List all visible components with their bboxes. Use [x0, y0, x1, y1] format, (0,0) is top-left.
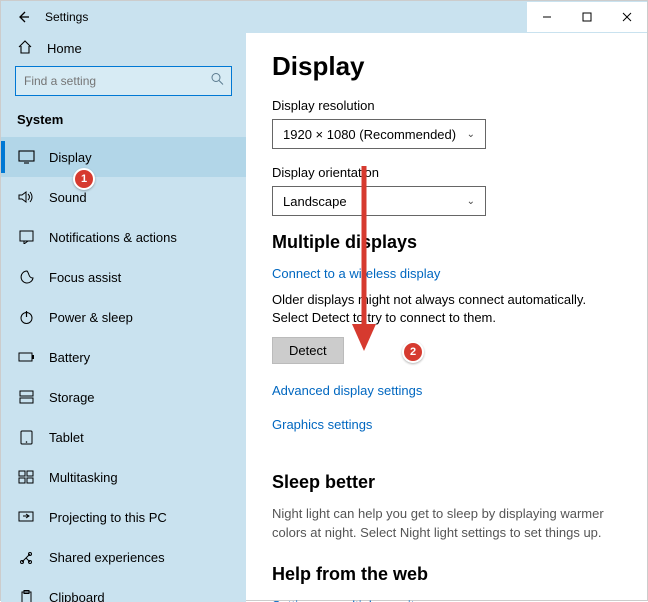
- sidebar-item-label: Multitasking: [49, 470, 118, 485]
- search-input[interactable]: [15, 66, 232, 96]
- window-titlebar: Settings: [1, 1, 647, 33]
- notifications-icon: [17, 228, 35, 246]
- sidebar-home-label: Home: [47, 41, 82, 56]
- search-box[interactable]: [15, 66, 232, 96]
- window-controls: [527, 2, 647, 32]
- help-link-multiple-monitors[interactable]: Setting up multiple monitors: [272, 598, 432, 602]
- display-icon: [17, 148, 35, 166]
- sidebar-item-label: Shared experiences: [49, 550, 165, 565]
- connect-wireless-link[interactable]: Connect to a wireless display: [272, 266, 440, 281]
- window-title: Settings: [45, 10, 88, 24]
- sidebar-item-label: Clipboard: [49, 590, 105, 602]
- detect-button[interactable]: Detect: [272, 337, 344, 364]
- orientation-label: Display orientation: [272, 165, 627, 180]
- orientation-value: Landscape: [283, 194, 347, 209]
- sidebar-item-shared-experiences[interactable]: Shared experiences: [1, 537, 246, 577]
- sidebar-item-label: Notifications & actions: [49, 230, 177, 245]
- sidebar-item-multitasking[interactable]: Multitasking: [1, 457, 246, 497]
- main-panel[interactable]: Display Display resolution 1920 × 1080 (…: [246, 33, 647, 602]
- sleep-better-title: Sleep better: [272, 472, 627, 493]
- sidebar-item-notifications[interactable]: Notifications & actions: [1, 217, 246, 257]
- shared-experiences-icon: [17, 548, 35, 566]
- graphics-settings-link[interactable]: Graphics settings: [272, 417, 372, 432]
- projecting-icon: [17, 508, 35, 526]
- resolution-value: 1920 × 1080 (Recommended): [283, 127, 456, 142]
- sidebar-item-label: Focus assist: [49, 270, 121, 285]
- arrow-left-icon: [16, 10, 30, 24]
- sidebar-item-label: Projecting to this PC: [49, 510, 167, 525]
- annotation-badge-1: 1: [73, 168, 95, 190]
- sidebar-item-tablet[interactable]: Tablet: [1, 417, 246, 457]
- sidebar-item-label: Battery: [49, 350, 90, 365]
- home-icon: [17, 39, 33, 58]
- resolution-dropdown[interactable]: 1920 × 1080 (Recommended) ⌄: [272, 119, 486, 149]
- multiple-displays-title: Multiple displays: [272, 232, 627, 253]
- chevron-down-icon: ⌄: [467, 196, 475, 207]
- storage-icon: [17, 388, 35, 406]
- sleep-better-text: Night light can help you get to sleep by…: [272, 505, 612, 541]
- power-icon: [17, 308, 35, 326]
- sidebar-item-sound[interactable]: Sound: [1, 177, 246, 217]
- sidebar-item-label: Storage: [49, 390, 95, 405]
- sidebar-item-label: Sound: [49, 190, 87, 205]
- sidebar-item-projecting[interactable]: Projecting to this PC: [1, 497, 246, 537]
- sidebar-item-label: Tablet: [49, 430, 84, 445]
- sidebar-item-storage[interactable]: Storage: [1, 377, 246, 417]
- sidebar-item-battery[interactable]: Battery: [1, 337, 246, 377]
- sound-icon: [17, 188, 35, 206]
- sidebar-item-label: Power & sleep: [49, 310, 133, 325]
- minimize-button[interactable]: [527, 2, 567, 32]
- page-title: Display: [272, 51, 627, 82]
- sidebar-item-label: Display: [49, 150, 92, 165]
- search-icon: [210, 72, 224, 91]
- sidebar-section-label: System: [1, 106, 246, 137]
- help-from-web-title: Help from the web: [272, 564, 627, 585]
- advanced-display-link[interactable]: Advanced display settings: [272, 383, 422, 398]
- sidebar-home[interactable]: Home: [1, 39, 246, 58]
- sidebar-item-display[interactable]: Display: [1, 137, 246, 177]
- sidebar: Home System Display Sound Notifications …: [1, 33, 246, 602]
- back-button[interactable]: [9, 3, 37, 31]
- multitasking-icon: [17, 468, 35, 486]
- sidebar-item-power-sleep[interactable]: Power & sleep: [1, 297, 246, 337]
- sidebar-item-focus-assist[interactable]: Focus assist: [1, 257, 246, 297]
- focus-assist-icon: [17, 268, 35, 286]
- battery-icon: [17, 348, 35, 366]
- annotation-badge-2: 2: [402, 341, 424, 363]
- clipboard-icon: [17, 588, 35, 602]
- resolution-label: Display resolution: [272, 98, 627, 113]
- chevron-down-icon: ⌄: [467, 129, 475, 140]
- tablet-icon: [17, 428, 35, 446]
- orientation-dropdown[interactable]: Landscape ⌄: [272, 186, 486, 216]
- close-button[interactable]: [607, 2, 647, 32]
- maximize-button[interactable]: [567, 2, 607, 32]
- sidebar-item-clipboard[interactable]: Clipboard: [1, 577, 246, 602]
- older-displays-text: Older displays might not always connect …: [272, 291, 612, 327]
